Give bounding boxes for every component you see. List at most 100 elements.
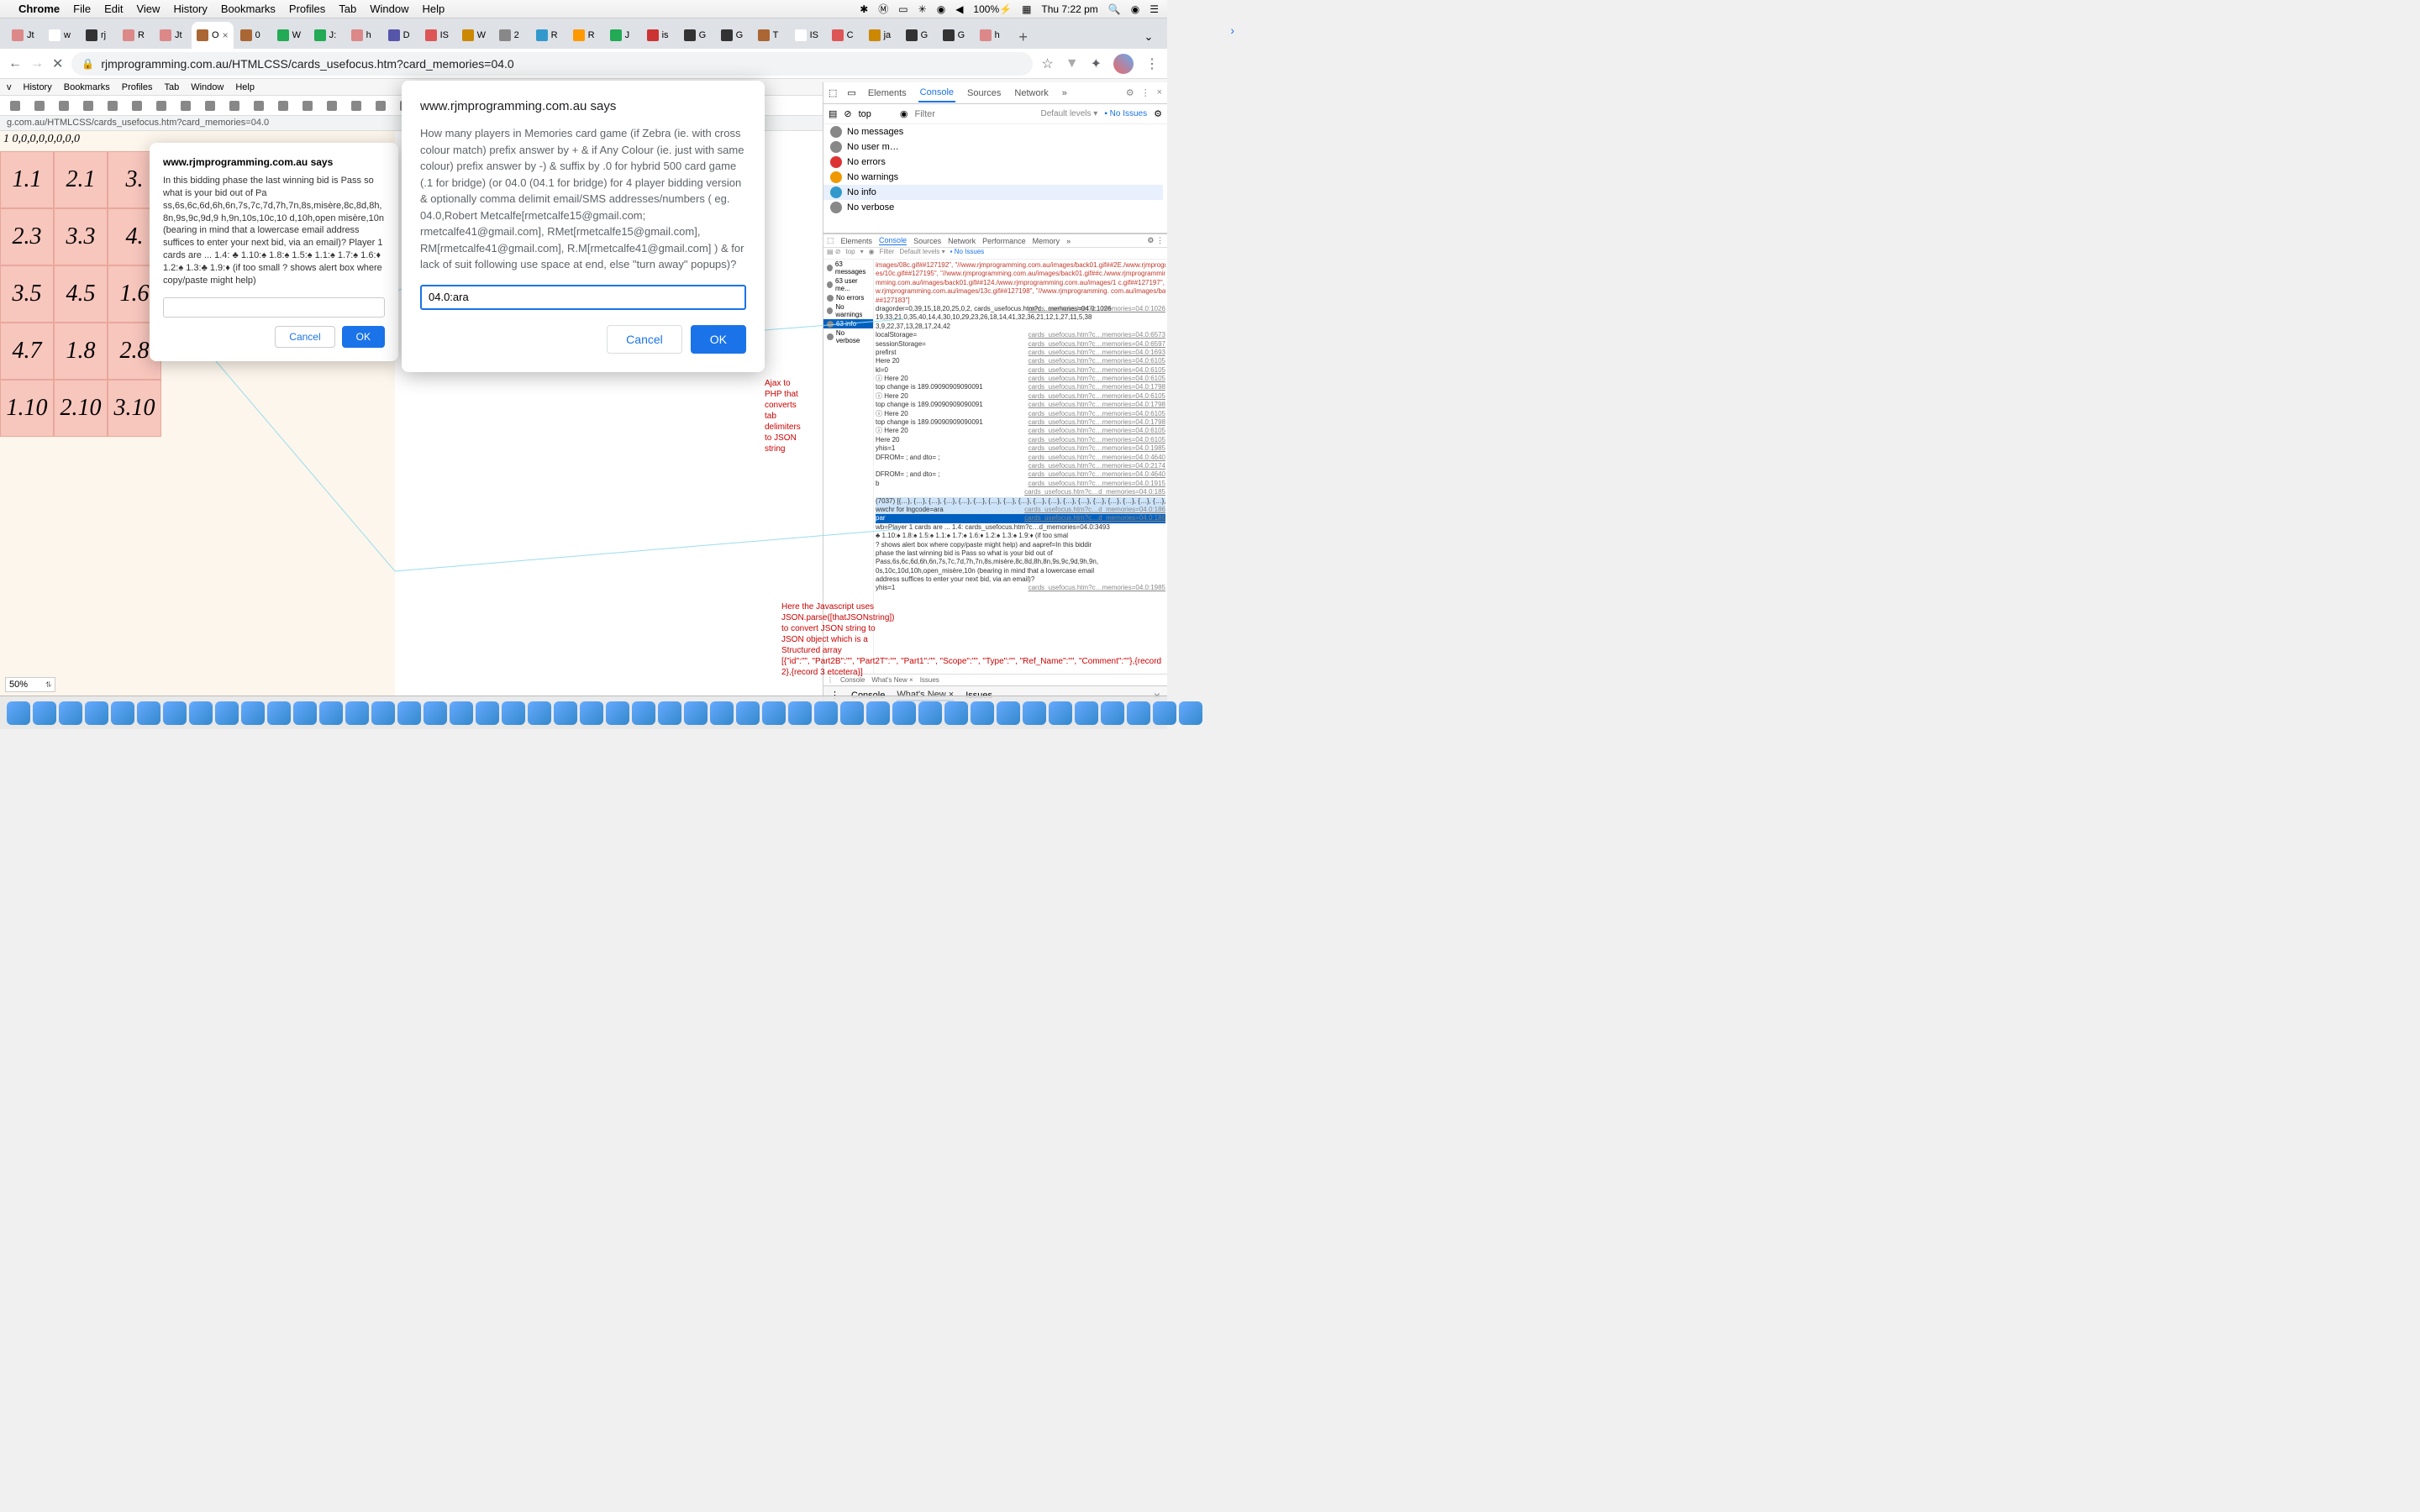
browser-tab[interactable]: h <box>346 22 381 49</box>
card-cell[interactable]: 3.10 <box>108 380 161 437</box>
console-line[interactable]: address suffices to enter your next bid,… <box>876 575 1165 584</box>
dock-app[interactable] <box>840 701 864 725</box>
dock-app[interactable] <box>424 701 447 725</box>
card-cell[interactable]: 4.5 <box>54 265 108 323</box>
gear-icon[interactable]: ⚙ <box>1154 108 1162 119</box>
console-sidebar-item[interactable]: No errors <box>823 155 1163 170</box>
console-line[interactable]: cards_usefocus.htm?c…memories=04.0:6105ⓘ… <box>876 427 1165 435</box>
nested-sidebar-item[interactable]: 63 user me... <box>823 276 873 293</box>
dock-app[interactable] <box>345 701 369 725</box>
console-line[interactable]: Pass,6s,6c,6d,6h,6n,7s,7c,7d,7h,7n,8s,mi… <box>876 558 1165 566</box>
filter-input[interactable] <box>915 109 1034 119</box>
inner-tab[interactable] <box>345 97 368 114</box>
inner-tab[interactable] <box>76 97 100 114</box>
dock-app[interactable] <box>762 701 786 725</box>
dialog-input[interactable] <box>163 297 385 318</box>
console-line[interactable]: (7037) [{…}, {…}, {…}, {…}, {…}, {…}, {…… <box>876 497 1165 506</box>
dock-app[interactable] <box>528 701 551 725</box>
browser-tab[interactable]: Jt <box>7 22 42 49</box>
dock-app[interactable] <box>1153 701 1176 725</box>
console-line[interactable]: cards_usefocus.htm?c…memories=04.0:6105H… <box>876 357 1165 365</box>
source-link[interactable]: cards_usefocus.htm?c…memories=04.0:6105 <box>1028 436 1165 444</box>
console-sidebar-item[interactable]: No user m… <box>823 139 1163 155</box>
console-line[interactable]: cards_usefocus.htm?c…memories=04.0:6105ⓘ… <box>876 410 1165 418</box>
dock-app[interactable] <box>944 701 968 725</box>
inner-tab[interactable] <box>198 97 222 114</box>
console-line[interactable]: cards_usefocus.htm?c…memories=04.0:1798t… <box>876 418 1165 427</box>
cancel-button[interactable]: Cancel <box>275 326 334 348</box>
console-line[interactable]: cards_usefocus.htm?c…memories=04.0:6105H… <box>876 436 1165 444</box>
inner-tab[interactable] <box>3 97 27 114</box>
browser-tab[interactable]: O× <box>192 22 234 49</box>
stepper-icon[interactable]: ⥮ <box>45 680 51 690</box>
dock-app[interactable] <box>1179 701 1202 725</box>
nested-tab[interactable]: Memory <box>1033 237 1060 245</box>
source-link[interactable]: cards_usefocus.htm?c…memories=04.0:1798 <box>1028 383 1165 391</box>
inner-tab[interactable] <box>369 97 392 114</box>
dock-app[interactable] <box>1023 701 1046 725</box>
issues-badge[interactable]: ▪ No Issues <box>1104 109 1147 118</box>
browser-tab[interactable]: R <box>118 22 153 49</box>
extensions-icon[interactable]: ✦ <box>1091 55 1102 72</box>
dock-app[interactable] <box>85 701 108 725</box>
card-cell[interactable]: 1.1 <box>0 151 54 208</box>
ok-button[interactable]: OK <box>691 325 746 354</box>
browser-tab[interactable]: is <box>642 22 677 49</box>
stop-button[interactable]: ✕ <box>52 55 63 72</box>
console-line[interactable]: 0s,10c,10d,10h,open_misère,10n (bearing … <box>876 567 1165 575</box>
menu-profiles[interactable]: Profiles <box>289 3 325 15</box>
inner-tab[interactable] <box>125 97 149 114</box>
dock-app[interactable] <box>111 701 134 725</box>
source-link[interactable]: cards_usefocus.htm?c…d_memories=04.0:186 <box>1024 514 1165 522</box>
console-line[interactable]: cards_usefocus.htm?c…memories=04.0:1915b <box>876 480 1165 488</box>
browser-tab[interactable]: 2 <box>494 22 529 49</box>
clear-icon[interactable]: ⊘ <box>844 108 851 119</box>
inner-menu-item[interactable]: Window <box>191 82 224 92</box>
tab-elements[interactable]: Elements <box>866 85 908 102</box>
dock-app[interactable] <box>971 701 994 725</box>
inner-tab[interactable] <box>296 97 319 114</box>
star-icon[interactable]: ☆ <box>1041 55 1053 72</box>
source-link[interactable]: cards_usefocus.htm?c…memories=04.0:6597 <box>1028 340 1165 349</box>
source-link[interactable]: cards_usefocus.htm?c…memories=04.0:6105 <box>1028 410 1165 418</box>
console-line[interactable]: images/08c.gif##127192", "//www.rjmprogr… <box>876 261 1165 270</box>
menu-history[interactable]: History <box>173 3 207 15</box>
dock-app[interactable] <box>554 701 577 725</box>
dock-app[interactable] <box>1127 701 1150 725</box>
source-link[interactable]: cards_usefocus.htm?c…memories=04.0:6105 <box>1028 392 1165 401</box>
device-icon[interactable]: ▭ <box>847 87 855 98</box>
volume-icon[interactable]: ◀ <box>955 3 963 15</box>
browser-tab[interactable]: IS <box>420 22 455 49</box>
browser-tab[interactable]: G <box>938 22 973 49</box>
more-icon[interactable]: ⋮ <box>1141 87 1150 98</box>
browser-tab[interactable]: G <box>716 22 751 49</box>
clock[interactable]: Thu 7:22 pm <box>1041 3 1097 15</box>
menu-edit[interactable]: Edit <box>104 3 123 15</box>
sidebar-toggle-icon[interactable]: ▤ <box>829 108 837 119</box>
console-line[interactable]: cards_usefocus.htm?c…memories=04.0:1693p… <box>876 349 1165 357</box>
source-link[interactable]: cards_usefocus.htm?c…memories=04.0:1798 <box>1028 418 1165 427</box>
dock-app[interactable] <box>267 701 291 725</box>
source-link[interactable]: cards_usefocus.htm?c…d_memories=04.0:186 <box>1024 506 1165 514</box>
inner-tab[interactable] <box>28 97 51 114</box>
zoom-selector[interactable]: 50% ⥮ <box>5 677 55 692</box>
console-line[interactable]: cards_usefocus.htm?c…memories=04.0:1985y… <box>876 444 1165 453</box>
dock-app[interactable] <box>1101 701 1124 725</box>
menu-app[interactable]: Chrome <box>18 3 60 15</box>
inspect-icon[interactable]: ⬚ <box>827 236 834 245</box>
status-icon[interactable]: Ⓜ <box>878 2 888 16</box>
context-selector[interactable]: top <box>859 109 871 119</box>
source-link[interactable]: cards_usefocus.htm?c…memories=04.0:1985 <box>1028 584 1165 592</box>
gear-icon[interactable]: ⚙ <box>1126 87 1134 98</box>
profile-avatar[interactable] <box>1113 54 1134 74</box>
dock-app[interactable] <box>892 701 916 725</box>
console-line[interactable]: cards_usefocus.htm?c…memories=04.0:6573l… <box>876 331 1165 339</box>
source-link[interactable]: cards_usefocus.htm?c…memories=04.0:6105 <box>1028 366 1165 375</box>
tab-sources[interactable]: Sources <box>965 85 1002 102</box>
menu-view[interactable]: View <box>136 3 160 15</box>
source-link[interactable]: cards_usefocus.htm?c…memories=04.0:1693 <box>1028 349 1165 357</box>
vpn-icon[interactable]: ▼ <box>1065 56 1079 71</box>
inner-tab[interactable] <box>271 97 295 114</box>
card-cell[interactable]: 2.3 <box>0 208 54 265</box>
card-cell[interactable]: 3.5 <box>0 265 54 323</box>
